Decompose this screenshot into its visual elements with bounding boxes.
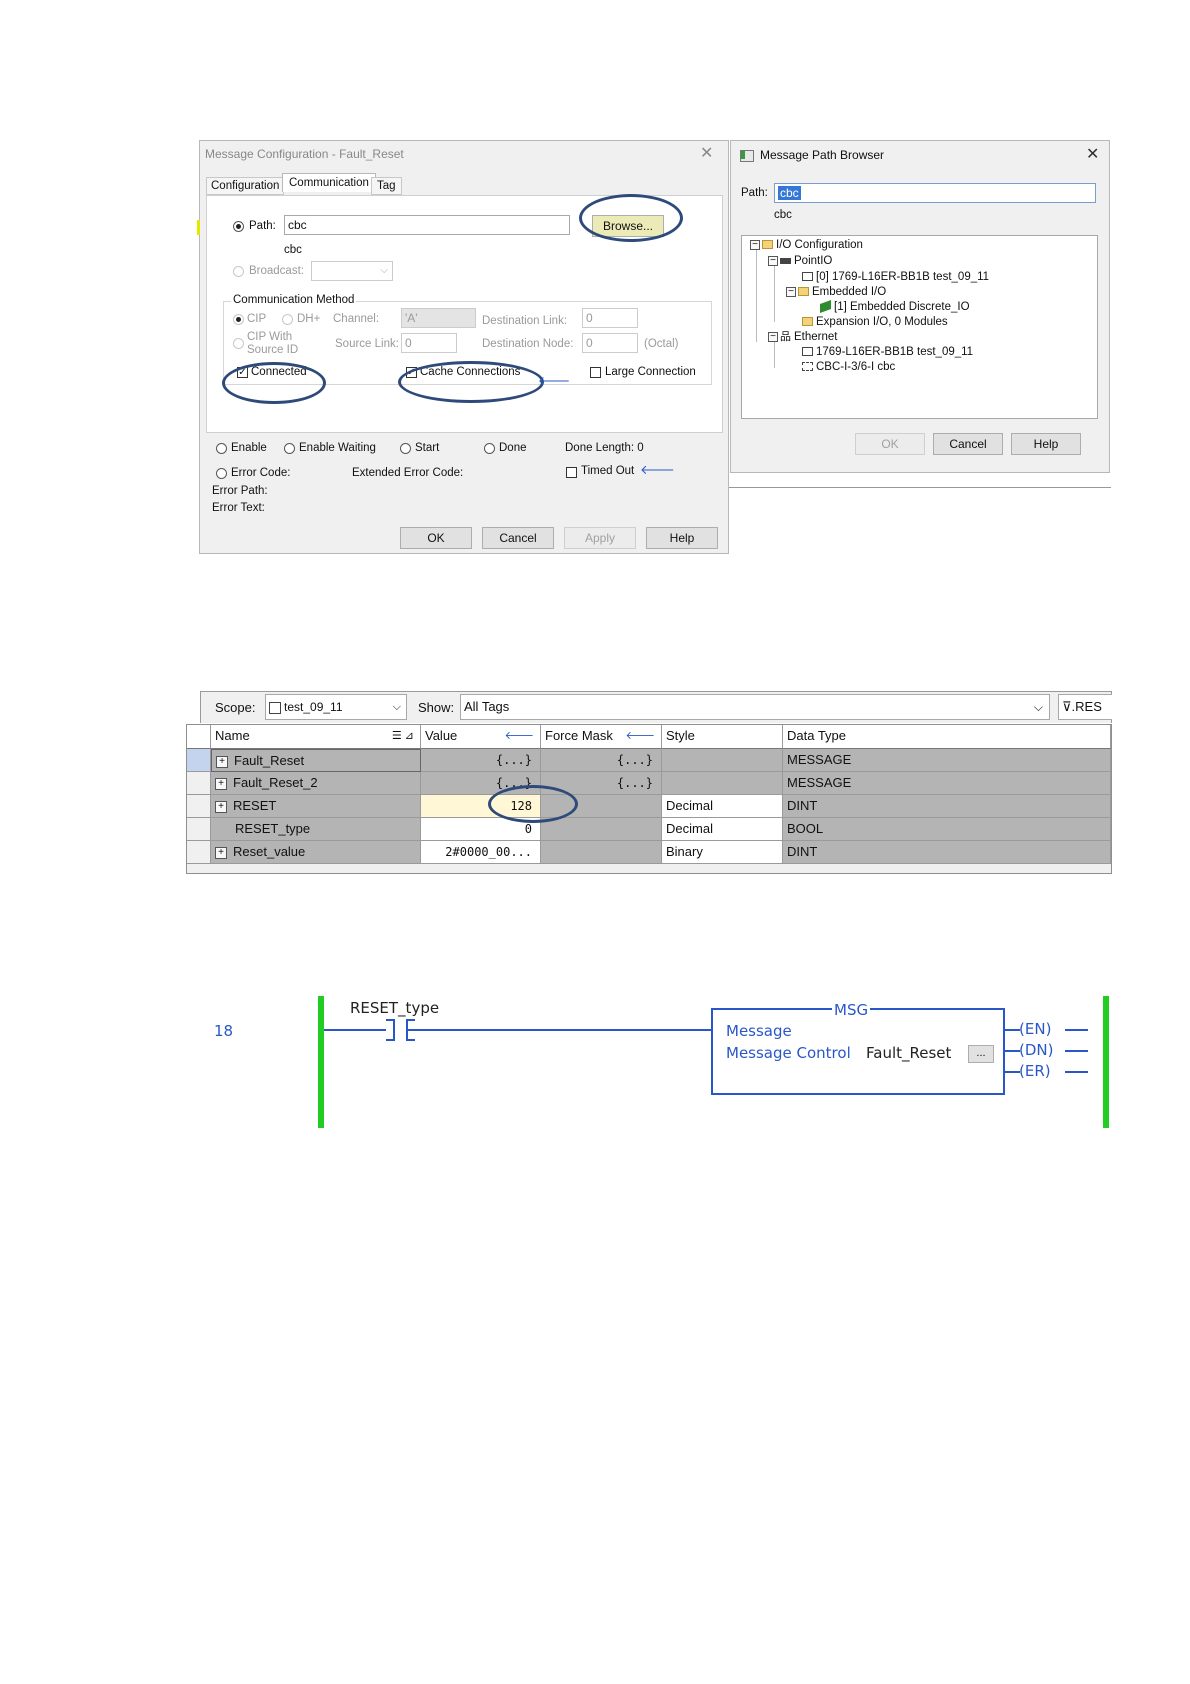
output-dn: (DN): [1019, 1041, 1054, 1059]
msg-config-ellipsis-button[interactable]: ...: [968, 1045, 994, 1063]
msg-control-tag[interactable]: Fault_Reset: [866, 1044, 951, 1062]
rung-wiring: [324, 1008, 1088, 1095]
msg-title: MSG: [832, 1001, 871, 1019]
output-er: (ER): [1019, 1062, 1051, 1080]
msg-operand-control: Message Control: [726, 1044, 851, 1062]
msg-operand-message: Message: [726, 1022, 792, 1040]
output-en: (EN): [1019, 1020, 1052, 1038]
